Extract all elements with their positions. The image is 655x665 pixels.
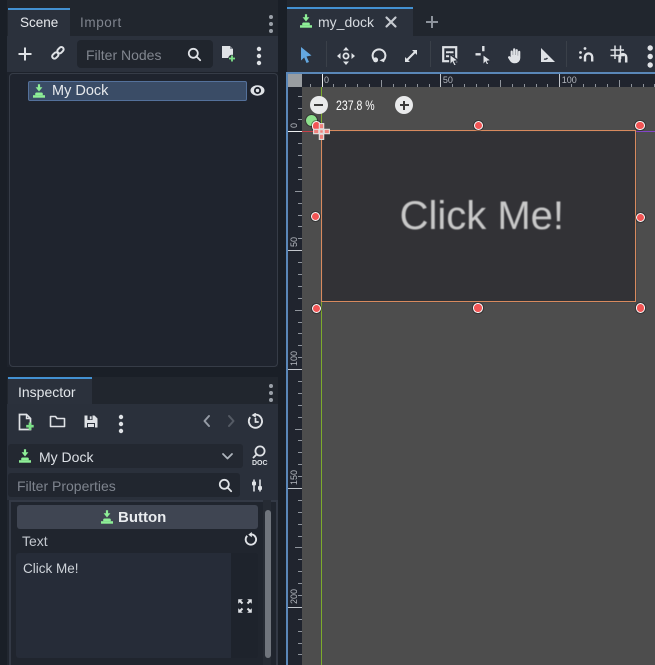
svg-text:DOC: DOC — [252, 460, 268, 467]
